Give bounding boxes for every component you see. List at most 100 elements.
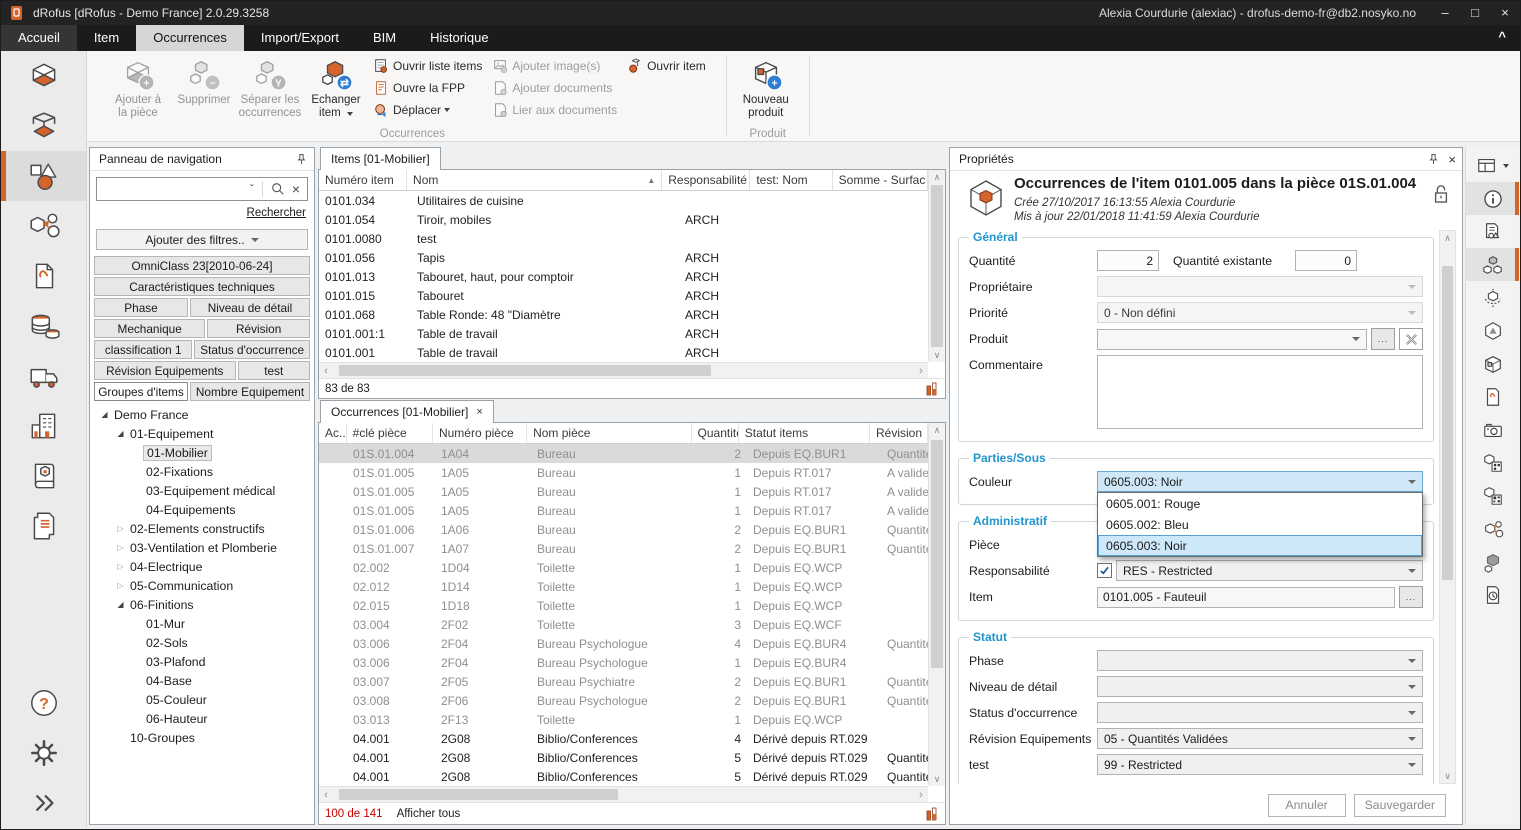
ribbon-button-ouvre-la-fpp[interactable]: Ouvre la FPP: [373, 77, 482, 99]
scroll-up-icon[interactable]: ∧: [934, 170, 941, 184]
column-header[interactable]: #clé pièce: [347, 423, 433, 443]
view-strip-layout-button[interactable]: [1466, 149, 1519, 182]
pin-icon[interactable]: [1427, 153, 1440, 166]
ribbon-collapse-button[interactable]: ^: [1498, 25, 1506, 51]
filter-button-classification[interactable]: classification 1: [94, 340, 192, 359]
sidebar-item-reports[interactable]: [1, 501, 86, 551]
column-header[interactable]: test: Nom: [750, 170, 832, 190]
view-strip-clipdoc-button[interactable]: [1466, 380, 1519, 413]
revision-equipements-dropdown[interactable]: 05 - Quantités Validées: [1097, 728, 1423, 749]
sidebar-item-buildings[interactable]: [1, 401, 86, 451]
sidebar-item-relations[interactable]: [1, 201, 86, 251]
occurrence-status-dropdown[interactable]: [1097, 702, 1423, 723]
minimize-button[interactable]: –: [1430, 1, 1460, 25]
column-header[interactable]: Statut items: [739, 423, 870, 443]
tree-node-demo-france[interactable]: ◢Demo France: [90, 405, 314, 424]
scroll-down-icon[interactable]: ∨: [1444, 769, 1451, 783]
column-header[interactable]: Ac...: [319, 423, 347, 443]
ribbon-button-ouvrir-liste-items[interactable]: Ouvrir liste items: [373, 55, 482, 77]
tab-items[interactable]: Items [01-Mobilier]: [320, 147, 441, 170]
view-strip-rotate-button[interactable]: [1466, 281, 1519, 314]
column-header[interactable]: Somme - Surfac: [833, 170, 928, 190]
view-strip-graycube-button[interactable]: [1466, 545, 1519, 578]
menu-tab-import-export[interactable]: Import/Export: [244, 25, 356, 51]
sidebar-item-logistics[interactable]: [1, 351, 86, 401]
filter-button-status-occurrence[interactable]: Status d'occurrence: [194, 340, 310, 359]
tree-node-06-finitions[interactable]: ◢06-Finitions: [90, 595, 314, 614]
level-of-detail-dropdown[interactable]: [1097, 676, 1423, 697]
table-row[interactable]: 03.0132F13Toilette1Depuis EQ.WCP: [319, 710, 928, 729]
tree-node-04-electrique[interactable]: ▷04-Electrique: [90, 557, 314, 576]
table-row[interactable]: 02.0151D18Toilette1Depuis EQ.WCP: [319, 596, 928, 615]
lock-icon[interactable]: [1432, 184, 1450, 206]
sidebar-item-attachments[interactable]: [1, 251, 86, 301]
view-strip-linkcubes-button[interactable]: [1466, 512, 1519, 545]
tab-occurrences[interactable]: Occurrences [01-Mobilier] ×: [320, 400, 494, 423]
tree-node-01-mobilier[interactable]: 01-Mobilier: [90, 443, 314, 462]
search-icon[interactable]: [271, 182, 285, 196]
tree-expanded-icon[interactable]: ◢: [98, 410, 111, 419]
color-dropdown[interactable]: 0605.003: Noir: [1097, 471, 1423, 492]
comment-textarea[interactable]: [1097, 355, 1423, 429]
table-row[interactable]: 04.0012G08Biblio/Conferences5Dérivé depu…: [319, 748, 928, 767]
table-row[interactable]: 03.0042F02Toilette3Depuis EQ.WCF: [319, 615, 928, 634]
product-browse-button[interactable]: ...: [1371, 328, 1395, 350]
table-row[interactable]: 04.0012G08Biblio/Conferences5Dérivé depu…: [319, 767, 928, 786]
table-row[interactable]: 0101.015TabouretARCH: [319, 286, 928, 305]
tree-node-04-base[interactable]: 04-Base: [90, 671, 314, 690]
table-row[interactable]: 0101.001:1Table de travailARCH: [319, 324, 928, 343]
filter-button-revision-equipements[interactable]: Révision Equipements: [94, 361, 236, 380]
table-row[interactable]: 01S.01.0051A05Bureau1Depuis RT.017A vali…: [319, 463, 928, 482]
occurrences-horizontal-scrollbar[interactable]: ‹ ›: [319, 786, 928, 802]
table-row[interactable]: 0101.001Table de travailARCH: [319, 343, 928, 362]
table-row[interactable]: 0101.013Tabouret, haut, pour comptoirARC…: [319, 267, 928, 286]
close-button[interactable]: ×: [1490, 1, 1520, 25]
table-row[interactable]: 04.0012G08Biblio/Conferences4Dérivé depu…: [319, 729, 928, 748]
ribbon-button-nouveau-produit[interactable]: +Nouveauproduit: [733, 55, 799, 120]
filter-button-phase[interactable]: Phase: [94, 298, 188, 317]
table-row[interactable]: 01S.01.0041A04Bureau2Depuis EQ.BUR1Quant…: [319, 444, 928, 463]
table-row[interactable]: 03.0062F04Bureau Psychologue4Depuis EQ.B…: [319, 634, 928, 653]
table-row[interactable]: 01S.01.0061A06Bureau2Depuis EQ.BUR1Quant…: [319, 520, 928, 539]
sidebar-item-rooms2[interactable]: [1, 101, 86, 151]
close-tab-icon[interactable]: ×: [476, 401, 482, 423]
ribbon-button-ouvrir-item[interactable]: Ouvrir item: [627, 55, 706, 77]
tree-expanded-icon[interactable]: ◢: [114, 600, 127, 609]
filter-tab-groupes-items[interactable]: Groupes d'items: [94, 382, 188, 401]
sidebar-item-help[interactable]: ?: [1, 678, 86, 728]
view-strip-info-button[interactable]: [1466, 182, 1519, 215]
column-header[interactable]: Responsabilité: [662, 170, 750, 190]
filter-button-revision[interactable]: Révision: [207, 319, 310, 338]
maximize-button[interactable]: □: [1460, 1, 1490, 25]
close-panel-icon[interactable]: ×: [1448, 153, 1456, 166]
sidebar-item-settings[interactable]: [1, 728, 86, 778]
dropdown-option[interactable]: 0605.003: Noir: [1098, 535, 1422, 556]
scroll-up-icon[interactable]: ∧: [934, 423, 941, 437]
responsibility-dropdown[interactable]: RES - Restricted: [1116, 560, 1423, 581]
ribbon-button-echanger[interactable]: ⇄Echangeritem: [303, 55, 369, 120]
scroll-left-icon[interactable]: ‹: [319, 789, 333, 801]
table-row[interactable]: 03.0082F06Bureau Psychologue2Depuis EQ.B…: [319, 691, 928, 710]
ribbon-button-d-placer[interactable]: Déplacer: [373, 99, 482, 121]
column-header[interactable]: Révision: [870, 423, 928, 443]
items-horizontal-scrollbar[interactable]: ‹ ›: [319, 362, 928, 378]
search-input[interactable]: [101, 181, 250, 197]
tree-node-01-mur[interactable]: 01-Mur: [90, 614, 314, 633]
scroll-down-icon[interactable]: ∨: [934, 772, 941, 786]
table-row[interactable]: 0101.056TapisARCH: [319, 248, 928, 267]
scroll-right-icon[interactable]: ›: [914, 365, 928, 377]
product-clear-button[interactable]: [1399, 328, 1423, 350]
filter-indicator-icon[interactable]: [925, 382, 939, 396]
column-header[interactable]: Quantité: [692, 423, 739, 443]
filter-button-mechanique[interactable]: Mechanique: [94, 319, 205, 338]
table-row[interactable]: 0101.068Table Ronde: 48 "DiamètreARCH: [319, 305, 928, 324]
menu-tab-accueil[interactable]: Accueil: [1, 25, 77, 51]
tree-node-10-groupes[interactable]: 10-Groupes: [90, 728, 314, 747]
tree-node-05-communication[interactable]: ▷05-Communication: [90, 576, 314, 595]
view-strip-gridb-button[interactable]: [1466, 479, 1519, 512]
phase-dropdown[interactable]: [1097, 650, 1423, 671]
scroll-left-icon[interactable]: ‹: [319, 365, 333, 377]
sidebar-item-expand[interactable]: [1, 778, 86, 828]
quantity-existing-input[interactable]: 0: [1295, 250, 1357, 271]
tree-collapsed-icon[interactable]: ▷: [114, 562, 127, 571]
